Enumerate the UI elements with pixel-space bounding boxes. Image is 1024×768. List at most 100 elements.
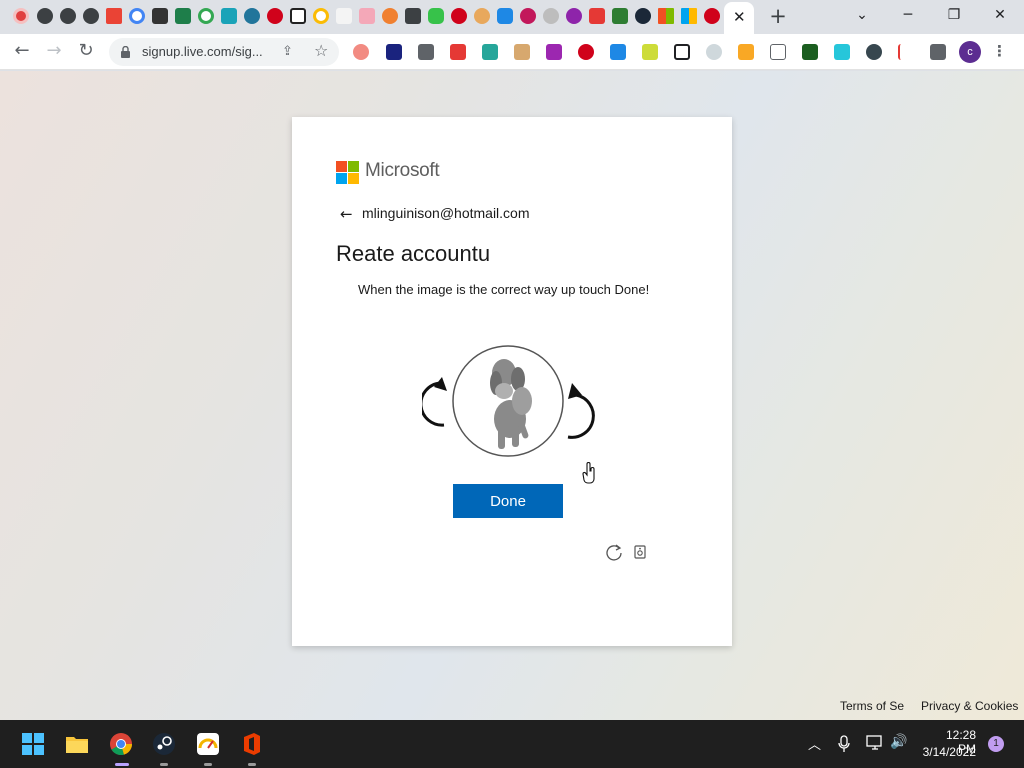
rotate-captcha [422, 345, 595, 457]
google-icon[interactable] [313, 8, 329, 24]
share-icon[interactable]: ⇪ [282, 44, 293, 59]
ask-icon[interactable] [267, 8, 283, 24]
page-title: Reate accountu [336, 241, 491, 266]
ext-icon[interactable] [642, 44, 658, 60]
globe-icon[interactable] [60, 8, 76, 24]
site-icon[interactable] [221, 8, 237, 24]
network-icon[interactable] [866, 735, 884, 751]
steam-icon[interactable] [635, 8, 651, 24]
ext-icon[interactable] [834, 44, 850, 60]
globe-icon[interactable] [83, 8, 99, 24]
ext-icon[interactable] [353, 44, 369, 60]
restore-button[interactable]: ❐ [940, 5, 968, 27]
browser-menu-button[interactable]: ⋮ [992, 42, 1007, 60]
audio-captcha-icon[interactable] [634, 545, 646, 559]
minimize-button[interactable]: ─ [894, 5, 922, 27]
email-identity: mlinguinison@hotmail.com [362, 205, 530, 221]
site-icon[interactable] [543, 8, 559, 24]
chat-icon[interactable] [428, 8, 444, 24]
page-background: Microsoft ← mlinguinison@hotmail.com Rea… [0, 71, 1024, 720]
reload-button[interactable]: ↻ [73, 39, 99, 65]
browser-toolbar: ← → ↻ signup.live.com/sig... ⇪ ☆ c ⋮ [0, 34, 1024, 70]
bookmark-star-icon[interactable]: ☆ [314, 41, 328, 60]
done-button[interactable]: Done [453, 484, 563, 518]
office-running-indicator [248, 763, 256, 766]
windows-icon[interactable] [658, 8, 674, 24]
refresh-captcha-icon[interactable] [605, 543, 623, 561]
shield-icon[interactable] [175, 8, 191, 24]
flag-icon[interactable] [359, 8, 375, 24]
ext-icon[interactable] [706, 44, 722, 60]
new-tab-button[interactable]: + [766, 5, 790, 29]
puzzle-icon[interactable] [405, 8, 421, 24]
ext-icon[interactable] [578, 44, 594, 60]
url-text[interactable]: signup.live.com/sig... [142, 44, 263, 59]
site-icon[interactable] [520, 8, 536, 24]
close-window-button[interactable]: ✕ [986, 5, 1014, 27]
tab-search-button[interactable]: ⌄ [848, 5, 876, 27]
address-bar[interactable]: signup.live.com/sig... ⇪ ☆ [109, 38, 339, 66]
steam-icon[interactable] [152, 732, 176, 756]
volume-icon[interactable]: 🔊 [890, 734, 907, 750]
amazon-icon[interactable] [290, 8, 306, 24]
extensions-puzzle-icon[interactable] [930, 44, 946, 60]
plus-icon[interactable] [497, 8, 513, 24]
site-icon[interactable] [152, 8, 168, 24]
back-arrow-icon[interactable]: ← [340, 205, 353, 223]
microphone-icon[interactable] [838, 735, 850, 753]
site-icon[interactable] [612, 8, 628, 24]
close-tab-icon[interactable]: ✕ [733, 8, 746, 26]
profile-avatar[interactable]: c [959, 41, 981, 63]
ext-icon[interactable] [482, 44, 498, 60]
terms-link[interactable]: Terms of Se [840, 699, 904, 713]
ext-icon[interactable] [514, 44, 530, 60]
ext-icon[interactable] [418, 44, 434, 60]
captcha-image [452, 345, 564, 457]
microsoft-logo-icon [336, 161, 359, 184]
tab-strip: ✕ + ⌄ ─ ❐ ✕ [0, 0, 1024, 34]
red-record-icon[interactable] [13, 8, 29, 24]
microsoft-wordmark: Microsoft [365, 160, 440, 181]
smiley-icon[interactable] [474, 8, 490, 24]
windows-icon[interactable] [681, 8, 697, 24]
r-icon[interactable] [336, 8, 352, 24]
globe-icon[interactable] [37, 8, 53, 24]
forward-button[interactable]: → [41, 39, 67, 65]
ext-icon[interactable] [898, 44, 914, 60]
ask-icon[interactable] [704, 8, 720, 24]
ext-icon[interactable] [738, 44, 754, 60]
back-button[interactable]: ← [9, 39, 35, 65]
windows-start-icon[interactable] [21, 732, 45, 756]
ask-icon[interactable] [451, 8, 467, 24]
lock-icon[interactable] [121, 46, 130, 58]
site-icon[interactable] [589, 8, 605, 24]
rotate-right-icon[interactable] [567, 383, 595, 439]
wordpress-icon[interactable] [244, 8, 260, 24]
chrome-active-indicator [115, 763, 129, 766]
ext-icon[interactable] [450, 44, 466, 60]
google-icon[interactable] [129, 8, 145, 24]
speedometer-icon[interactable] [196, 732, 220, 756]
clock-date[interactable]: 3/14/2022 [918, 745, 976, 759]
privacy-cookies-link[interactable]: Privacy & Cookies [921, 699, 1018, 713]
active-tab[interactable]: ✕ [724, 2, 754, 34]
chrome-icon[interactable] [109, 732, 133, 756]
gmail-icon[interactable] [106, 8, 122, 24]
office-icon[interactable] [240, 732, 264, 756]
site-icon[interactable] [566, 8, 582, 24]
ext-icon[interactable] [546, 44, 562, 60]
ext-icon[interactable] [610, 44, 626, 60]
google-icon[interactable] [198, 8, 214, 24]
ext-icon[interactable] [770, 44, 786, 60]
hand-cursor-icon [582, 462, 595, 484]
notification-badge[interactable]: 1 [988, 736, 1004, 752]
ext-icon[interactable] [802, 44, 818, 60]
ext-icon[interactable] [674, 44, 690, 60]
file-explorer-icon[interactable] [65, 732, 89, 756]
ext-icon[interactable] [386, 44, 402, 60]
show-hidden-icons-button[interactable]: ︿ [808, 734, 821, 753]
rotate-left-icon[interactable] [422, 377, 447, 427]
ext-icon[interactable] [866, 44, 882, 60]
site-icon[interactable] [382, 8, 398, 24]
taskbar: ︿ 🔊 12:28 PM 3/14/2022 1 [0, 720, 1024, 768]
